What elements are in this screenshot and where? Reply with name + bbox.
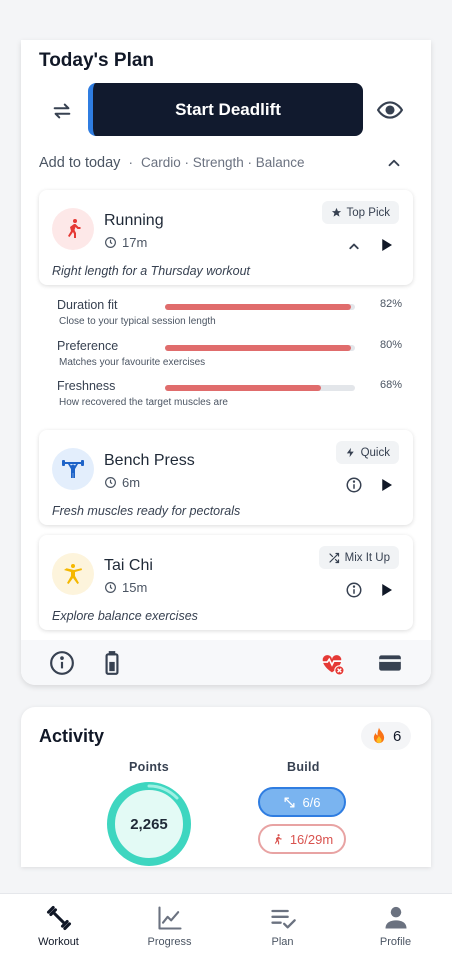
points-value: 2,265 [130, 815, 168, 833]
metric-label: Duration fit [57, 298, 118, 312]
metric-track [165, 304, 355, 310]
metric-fill [165, 304, 352, 310]
activity-card: Activity 6 Points Build 2,265 6/6 16/29m [21, 707, 431, 867]
build-sets-pill[interactable]: 6/6 [258, 787, 346, 817]
exercise-duration: 15m [104, 580, 147, 595]
star-icon [331, 207, 341, 217]
metric-duration-fit: Duration fit Close to your typical sessi… [57, 298, 402, 332]
preview-eye-icon[interactable] [377, 97, 403, 123]
points-label: Points [129, 760, 169, 774]
play-icon[interactable] [377, 476, 395, 494]
resize-icon [284, 797, 295, 807]
metric-preference: Preference Matches your favourite exerci… [57, 339, 402, 373]
tab-plan[interactable]: Plan [226, 894, 339, 964]
exercise-name: Running [104, 212, 164, 229]
metric-description: Close to your typical session length [59, 316, 216, 327]
running-icon [274, 833, 282, 844]
add-categories: Cardio · Strength · Balance [140, 155, 305, 170]
running-icon [52, 208, 94, 250]
metric-percent: 82% [379, 298, 402, 310]
exercise-duration-value: 15m [122, 580, 148, 595]
streak-badge[interactable]: 6 [361, 722, 412, 750]
tab-label: Workout [38, 936, 79, 948]
points-ring: 2,265 [106, 781, 192, 867]
plan-footer-bar [21, 640, 431, 685]
metric-label: Preference [57, 339, 119, 353]
tai-chi-icon [52, 553, 94, 595]
metric-label: Freshness [57, 379, 116, 393]
add-to-today-row[interactable]: Add to today · Cardio · Strength · Balan… [39, 155, 305, 171]
metric-fill [165, 385, 321, 391]
workout-screen: Today's Plan Start Deadlift Add to today… [0, 0, 452, 964]
weightlifter-icon [52, 448, 94, 490]
activity-title: Activity [39, 726, 105, 746]
collapse-chevron-icon[interactable] [345, 237, 363, 255]
metric-percent: 68% [379, 379, 402, 391]
metric-track [165, 385, 355, 391]
tab-progress[interactable]: Progress [113, 894, 226, 964]
play-icon[interactable] [377, 581, 395, 599]
heart-rate-warning-icon[interactable] [319, 650, 345, 676]
exercise-note: Right length for a Thursday workout [52, 264, 251, 278]
start-workout-button[interactable]: Start Deadlift [88, 83, 363, 136]
shuffle-icon [329, 552, 339, 563]
exercise-note: Fresh muscles ready for pectorals [52, 504, 241, 518]
exercise-card-tai-chi[interactable]: Tai Chi 15m Mix It Up Explore balance ex… [39, 535, 413, 630]
exercise-note: Explore balance exercises [52, 609, 198, 623]
plan-title: Today's Plan [39, 50, 155, 71]
build-sets-value: 6/6 [302, 794, 321, 810]
clock-icon [105, 237, 116, 248]
bottom-tab-bar: Workout Progress Plan Profile [0, 893, 452, 964]
exercise-name: Bench Press [104, 452, 195, 469]
metric-fill [165, 345, 352, 351]
info-icon[interactable] [345, 476, 363, 494]
quick-badge: Quick [335, 441, 399, 464]
chevron-up-icon[interactable] [385, 154, 403, 172]
tab-label: Plan [271, 936, 294, 948]
flame-icon [373, 727, 385, 744]
clock-icon [105, 477, 116, 488]
metric-description: How recovered the target muscles are [59, 397, 228, 408]
build-minutes-value: 16/29m [289, 831, 334, 847]
clock-icon [105, 582, 116, 593]
exercise-duration-value: 6m [122, 475, 141, 490]
play-icon[interactable] [377, 236, 395, 254]
badge-label: Mix It Up [344, 551, 390, 564]
streak-count: 6 [393, 727, 402, 745]
info-icon[interactable] [345, 581, 363, 599]
metric-percent: 80% [379, 339, 402, 351]
info-icon[interactable] [49, 650, 75, 676]
tab-profile[interactable]: Profile [339, 894, 452, 964]
add-to-today-label: Add to today [39, 155, 121, 171]
add-separator: · [128, 155, 133, 170]
build-minutes-pill[interactable]: 16/29m [258, 824, 346, 854]
top-pick-badge: Top Pick [321, 201, 399, 224]
tab-label: Progress [147, 936, 192, 948]
metric-track [165, 345, 355, 351]
exercise-duration: 6m [104, 475, 140, 490]
chart-icon [157, 906, 182, 930]
exercise-card-running[interactable]: Running 17m Top Pick Right length for a … [39, 190, 413, 285]
exercise-duration-value: 17m [122, 235, 148, 250]
tab-label: Profile [379, 936, 412, 948]
build-label: Build [287, 760, 320, 774]
card-icon[interactable] [377, 650, 403, 676]
badge-label: Quick [360, 446, 390, 459]
exercise-name: Tai Chi [104, 557, 153, 574]
mix-it-up-badge: Mix It Up [318, 546, 399, 569]
metric-description: Matches your favourite exercises [59, 357, 206, 368]
dumbbell-icon [46, 905, 71, 931]
todays-plan-card: Today's Plan Start Deadlift Add to today… [21, 40, 431, 685]
exercise-duration: 17m [104, 235, 147, 250]
metric-freshness: Freshness How recovered the target muscl… [57, 379, 402, 413]
checklist-icon [270, 909, 296, 929]
battery-icon[interactable] [99, 650, 125, 676]
tab-workout[interactable]: Workout [2, 894, 115, 964]
swap-exercise-icon[interactable] [51, 100, 73, 122]
badge-label: Top Pick [346, 206, 390, 219]
person-icon [385, 906, 406, 929]
exercise-card-bench-press[interactable]: Bench Press 6m Quick Fresh muscles ready… [39, 430, 413, 525]
bolt-icon [346, 447, 354, 458]
